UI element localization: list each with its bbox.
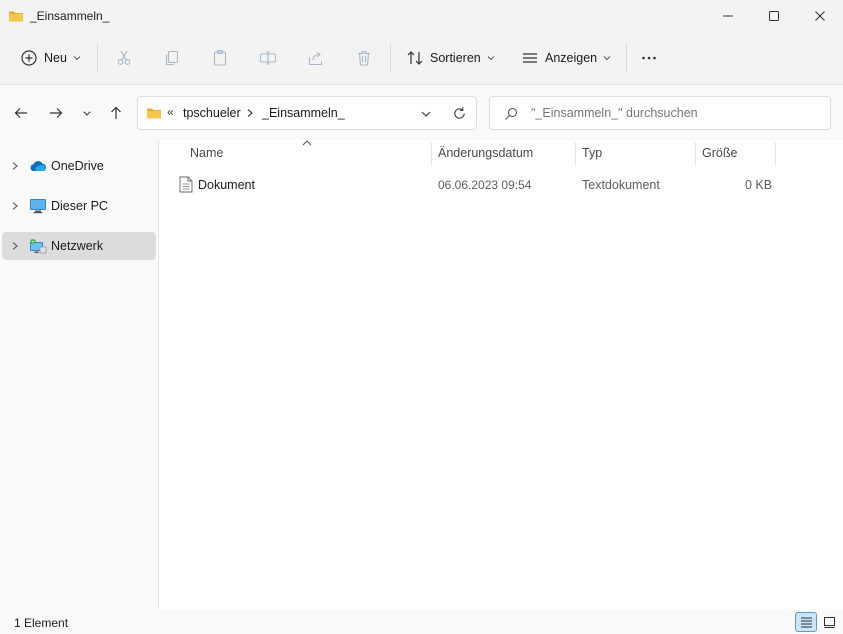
- file-list: Name Änderungsdatum Typ Größe Dokument 0…: [159, 140, 843, 610]
- clipboard-icon: [213, 49, 227, 66]
- cut-button[interactable]: [115, 44, 133, 72]
- minimize-icon: [723, 15, 733, 17]
- network-icon: [30, 238, 47, 254]
- search-icon: [505, 107, 518, 120]
- minimize-button[interactable]: [705, 0, 751, 32]
- close-icon: [815, 11, 825, 21]
- sidebar-item-network[interactable]: Netzwerk: [2, 232, 156, 260]
- breadcrumb-einsammeln[interactable]: _Einsammeln_: [262, 106, 345, 120]
- column-resize-handle[interactable]: [775, 142, 776, 166]
- toolbar-separator: [390, 43, 391, 73]
- sidebar-item-label: Netzwerk: [51, 239, 104, 253]
- sort-ascending-icon: [302, 140, 312, 146]
- back-button[interactable]: [9, 102, 33, 124]
- plus-circle-icon: [21, 50, 37, 66]
- more-dots-icon: [642, 56, 656, 60]
- view-button[interactable]: Anzeigen: [521, 44, 611, 72]
- toolbar-separator: [626, 43, 627, 73]
- scissors-icon: [117, 50, 131, 65]
- tile-view-icon: [823, 616, 835, 628]
- chevron-down-icon: [73, 56, 81, 61]
- sidebar-item-label: Dieser PC: [51, 199, 108, 213]
- share-button[interactable]: [307, 44, 325, 72]
- rename-button[interactable]: [259, 44, 277, 72]
- new-button[interactable]: Neu: [20, 44, 81, 72]
- folder-icon: [147, 108, 161, 119]
- chevron-down-icon[interactable]: [420, 108, 432, 120]
- navigation-pane: OneDrive Dieser PC Netzwerk: [0, 140, 158, 610]
- refresh-icon[interactable]: [452, 106, 467, 121]
- chevron-right-icon[interactable]: [10, 241, 20, 251]
- more-options-button[interactable]: [640, 44, 658, 72]
- chevron-right-icon[interactable]: [10, 161, 20, 171]
- file-date: 06.06.2023 09:54: [438, 178, 532, 192]
- search-box[interactable]: [489, 96, 831, 130]
- list-lines-icon: [523, 53, 537, 63]
- arrow-right-icon: [50, 108, 63, 118]
- maximize-button[interactable]: [751, 0, 797, 32]
- new-button-label: Neu: [44, 51, 67, 65]
- chevron-right-icon[interactable]: [245, 108, 255, 118]
- details-view-button[interactable]: [795, 612, 817, 632]
- file-name: Dokument: [198, 178, 255, 192]
- address-bar[interactable]: « tpschueler _Einsammeln_: [137, 96, 477, 130]
- sidebar-item-label: OneDrive: [51, 159, 104, 173]
- column-resize-handle[interactable]: [431, 142, 432, 166]
- command-bar: Neu Sortieren Anzeigen: [0, 32, 843, 84]
- up-button[interactable]: [104, 102, 128, 124]
- trash-icon: [358, 50, 370, 66]
- column-header-date[interactable]: Änderungsdatum: [438, 145, 533, 171]
- close-button[interactable]: [797, 0, 843, 32]
- file-size: 0 KB: [745, 178, 773, 192]
- details-list-icon: [800, 617, 812, 627]
- folder-icon: [9, 11, 23, 22]
- title-bar: _Einsammeln_: [0, 0, 843, 32]
- sort-arrows-icon: [407, 51, 423, 65]
- onedrive-cloud-icon: [30, 161, 47, 171]
- file-type: Textdokument: [582, 178, 660, 192]
- hidden-path-button[interactable]: «: [167, 105, 174, 119]
- recent-locations-button[interactable]: [75, 102, 99, 124]
- sort-button[interactable]: Sortieren: [406, 44, 495, 72]
- view-button-label: Anzeigen: [545, 51, 598, 65]
- copy-button[interactable]: [163, 44, 181, 72]
- column-header-size[interactable]: Größe: [702, 145, 737, 171]
- monitor-icon: [30, 199, 46, 214]
- search-input[interactable]: [531, 106, 811, 120]
- delete-button[interactable]: [355, 44, 373, 72]
- breadcrumb-tpschueler[interactable]: tpschueler: [183, 106, 241, 120]
- chevron-right-icon[interactable]: [10, 201, 20, 211]
- text-document-icon: [179, 176, 193, 193]
- sidebar-item-onedrive[interactable]: OneDrive: [2, 152, 156, 180]
- paste-button[interactable]: [211, 44, 229, 72]
- status-bar: 1 Element: [0, 610, 843, 634]
- arrow-left-icon: [14, 108, 27, 118]
- chevron-down-icon: [603, 56, 611, 61]
- tiles-view-button[interactable]: [818, 612, 840, 632]
- copy-icon: [165, 50, 179, 66]
- table-row[interactable]: Dokument 06.06.2023 09:54 Textdokument 0…: [175, 174, 779, 196]
- column-resize-handle[interactable]: [575, 142, 576, 166]
- item-count: 1 Element: [14, 616, 69, 630]
- arrow-up-icon: [111, 106, 121, 119]
- window-title: _Einsammeln_: [30, 9, 110, 23]
- chevron-down-icon: [83, 111, 91, 116]
- column-header-type[interactable]: Typ: [582, 145, 602, 171]
- share-icon: [308, 51, 323, 66]
- column-header-name[interactable]: Name: [190, 145, 223, 171]
- chevron-down-icon: [487, 56, 495, 61]
- sidebar-item-this-pc[interactable]: Dieser PC: [2, 192, 156, 220]
- column-resize-handle[interactable]: [695, 142, 696, 166]
- toolbar-separator: [97, 43, 98, 73]
- rename-icon: [259, 51, 277, 65]
- navigation-bar: « tpschueler _Einsammeln_: [0, 84, 843, 140]
- forward-button[interactable]: [44, 102, 68, 124]
- sort-button-label: Sortieren: [430, 51, 481, 65]
- maximize-icon: [769, 11, 779, 21]
